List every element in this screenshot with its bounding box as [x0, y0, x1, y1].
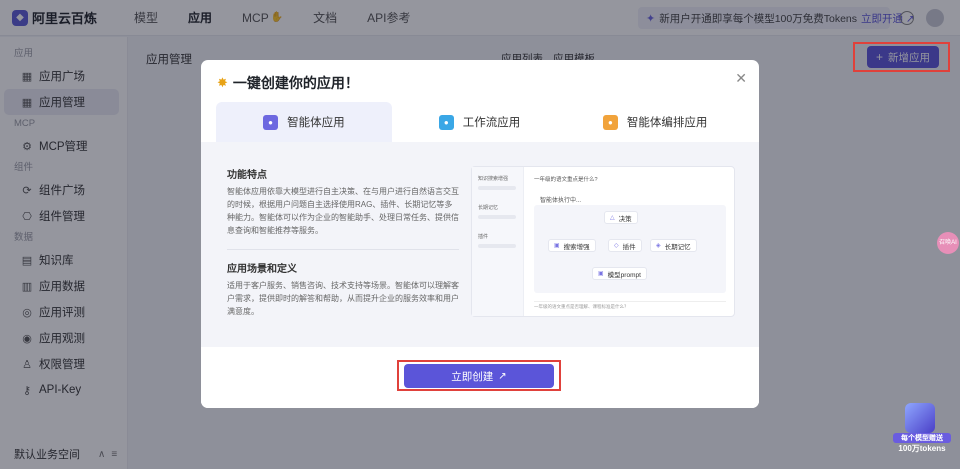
node-memory: ◈ 长期记忆 — [650, 239, 697, 252]
features-title: 功能特点 — [227, 170, 267, 181]
memory-icon: ◈ — [656, 243, 661, 249]
plugin-icon: ◇ — [614, 243, 619, 249]
preview-question: 一年级的语文重点是什么? — [534, 177, 598, 183]
preview-flow-panel: △ 决策 ▣ 搜索增强 ◇ 插件 ◈ 长期记忆 ▣ 模型prompt — [534, 205, 726, 293]
tab-orchestration-app[interactable]: ● 智能体编排应用 — [567, 102, 743, 142]
promo-badge-line2: 100万tokens — [898, 444, 946, 453]
cube-icon — [905, 403, 935, 433]
highlight-box — [853, 42, 950, 72]
intro-text: 功能特点 智能体应用依靠大模型进行自主决策、在与用户进行自然语言交互的时候，根据… — [227, 166, 459, 318]
node-label: 决策 — [618, 215, 632, 223]
node-plugin: ◇ 插件 — [608, 239, 642, 252]
sparkle-icon: ✸ — [217, 75, 228, 90]
scenes-text: 适用于客户服务、销售咨询、技术支持等场景。智能体可以理解客户需求，提供即时的解答… — [227, 281, 459, 316]
tab-agent-app[interactable]: ● 智能体应用 — [216, 102, 392, 142]
preview-label: 插件 — [478, 234, 489, 240]
preview-status: 智能体执行中... — [540, 198, 582, 204]
ai-assistant-chip[interactable]: 召唤AI — [937, 232, 959, 254]
modal-title: 一键创建你的应用！ — [232, 75, 359, 91]
promo-badge[interactable]: 每个模型赠送 100万tokens — [893, 403, 951, 455]
model-icon: ▣ — [598, 271, 604, 277]
tab-label: 智能体应用 — [287, 117, 345, 129]
preview-sidebar: 知识搜索增强 长期记忆 插件 — [472, 167, 524, 316]
promo-badge-line1: 每个模型赠送 — [893, 433, 951, 443]
close-icon[interactable]: ✕ — [735, 70, 747, 87]
preview-bar — [478, 244, 516, 248]
node-model: ▣ 模型prompt — [592, 267, 647, 280]
node-label: 搜索增强 — [563, 243, 590, 251]
search-icon: ▣ — [554, 243, 560, 249]
agent-icon: ● — [263, 114, 279, 130]
modal-header: ✸ 一键创建你的应用！ — [201, 60, 759, 106]
node-label: 模型prompt — [607, 271, 641, 279]
modal-tabs: ● 智能体应用 ● 工作流应用 ● 智能体编排应用 — [216, 102, 743, 142]
node-search: ▣ 搜索增强 — [548, 239, 596, 252]
features-text: 智能体应用依靠大模型进行自主决策、在与用户进行自然语言交互的时候，根据用户问题自… — [227, 187, 459, 235]
preview-bar — [478, 215, 516, 219]
highlight-box — [397, 360, 561, 391]
modal-body: 功能特点 智能体应用依靠大模型进行自主决策、在与用户进行自然语言交互的时候，根据… — [201, 142, 759, 347]
agent-preview-image: 知识搜索增强 长期记忆 插件 一年级的语文重点是什么? 智能体执行中... △ 决… — [471, 166, 735, 317]
node-decide: △ 决策 — [604, 211, 638, 224]
tab-workflow-app[interactable]: ● 工作流应用 — [392, 102, 568, 142]
preview-bar — [478, 186, 516, 190]
tab-label: 工作流应用 — [462, 117, 521, 129]
preview-label: 知识搜索增强 — [478, 176, 509, 182]
preview-input: 一年级的语文重点是否理解、课程标准是什么？ — [534, 301, 726, 311]
orchestration-icon: ● — [602, 114, 618, 130]
tab-label: 智能体编排应用 — [626, 117, 708, 129]
node-label: 插件 — [622, 243, 636, 251]
create-app-modal: ✸ 一键创建你的应用！ ✕ ● 智能体应用 ● 工作流应用 ● 智能体编排应用 … — [201, 60, 759, 408]
divider — [227, 249, 459, 250]
decide-icon: △ — [610, 215, 615, 221]
scenes-title: 应用场景和定义 — [227, 264, 297, 275]
workflow-icon: ● — [438, 114, 454, 130]
node-label: 长期记忆 — [664, 243, 691, 251]
preview-label: 长期记忆 — [478, 205, 499, 211]
